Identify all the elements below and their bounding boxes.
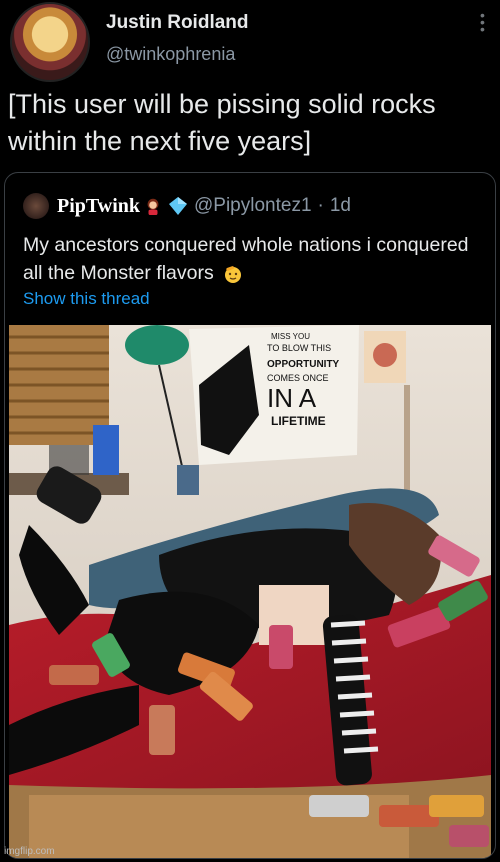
quote-avatar[interactable] (23, 193, 49, 219)
verified-icon (169, 197, 187, 215)
separator-dot: · (317, 195, 324, 216)
attached-photo[interactable]: MISS YOU TO BLOW THIS OPPORTUNITY COMES … (9, 325, 491, 858)
author-name[interactable]: Justin Roidland (106, 12, 249, 34)
quote-author-handle[interactable]: @Pipylontez1 (194, 195, 312, 217)
quote-time[interactable]: 1d (330, 195, 351, 217)
more-icon[interactable]: • • • (480, 8, 486, 36)
poster-line1: MISS YOU (271, 332, 310, 341)
author-handle[interactable]: @twinkophrenia (106, 44, 235, 65)
avatar[interactable] (10, 2, 90, 82)
quote-text-body: My ancestors conquered whole nations i c… (23, 234, 469, 284)
poster-line4: COMES ONCE (267, 373, 329, 383)
saluting-face-icon (225, 265, 242, 283)
show-thread-link[interactable]: Show this thread (23, 289, 150, 309)
quote-text: My ancestors conquered whole nations i c… (23, 231, 483, 287)
poster-line5: IN A (267, 383, 317, 413)
quote-header: PipTwink @Pipylontez1 · 1d (23, 193, 351, 219)
tweet-header: Justin Roidland @twinkophrenia • • • (10, 2, 490, 82)
quote-author-name[interactable]: PipTwink (57, 195, 140, 218)
watermark: imgflip.com (4, 846, 55, 857)
poster-line2: TO BLOW THIS (267, 343, 331, 353)
girl-emoji-icon (147, 198, 159, 215)
poster-line3: OPPORTUNITY (267, 359, 340, 370)
poster-line6: LIFETIME (271, 414, 326, 428)
quote-tweet-card[interactable]: PipTwink @Pipylontez1 · 1d My ancestors … (4, 172, 496, 859)
tweet-text: [This user will be pissing solid rocks w… (8, 89, 436, 156)
